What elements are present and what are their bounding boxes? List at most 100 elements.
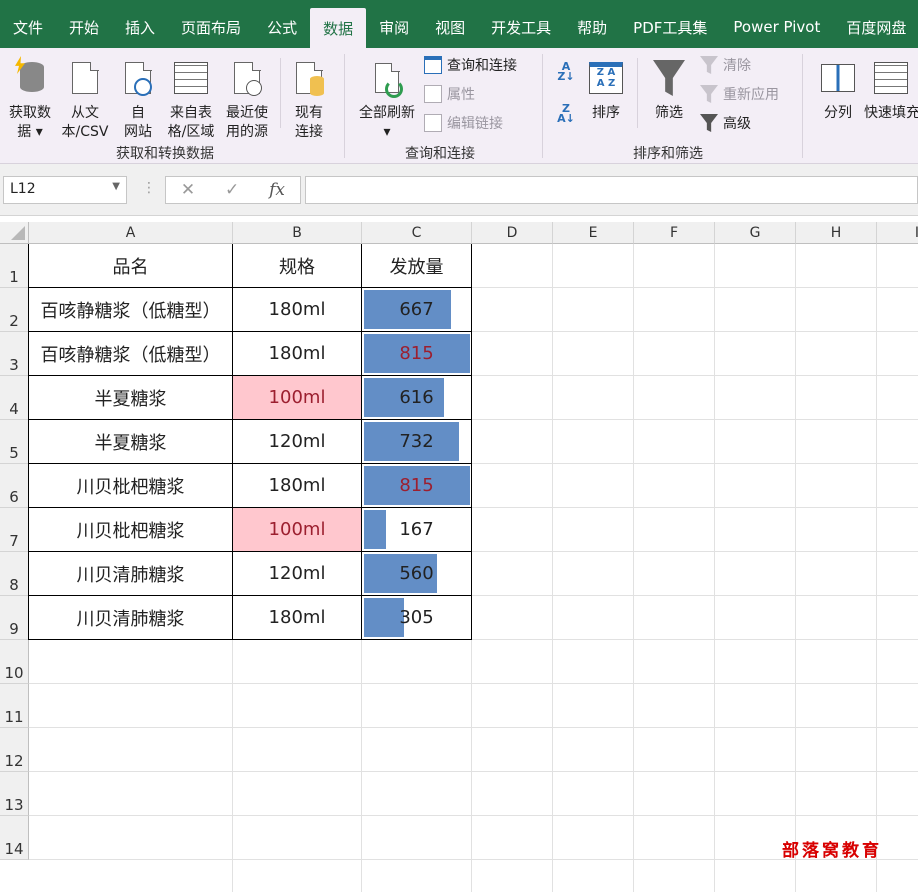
column-header-E[interactable]: E xyxy=(553,222,634,244)
column-header-G[interactable]: G xyxy=(715,222,796,244)
product-name-cell[interactable]: 半夏糖浆 xyxy=(29,420,233,464)
advanced-filter-button[interactable]: 高级 xyxy=(700,112,751,134)
quantity-cell[interactable]: 815 xyxy=(362,332,472,376)
enter-check-icon[interactable]: ✓ xyxy=(225,180,239,200)
quantity-cell[interactable]: 815 xyxy=(362,464,472,508)
get-data-button[interactable]: 获取数 据 ▾ xyxy=(6,56,54,142)
row-header-2[interactable]: 2 xyxy=(0,288,29,332)
header-cell[interactable]: 规格 xyxy=(233,244,362,288)
properties-button[interactable]: 属性 xyxy=(424,83,475,105)
quantity-cell[interactable]: 305 xyxy=(362,596,472,640)
tab-2[interactable]: 插入 xyxy=(112,0,168,48)
edit-links-button[interactable]: 编辑链接 xyxy=(424,112,503,134)
spec-cell[interactable]: 100ml xyxy=(233,508,362,552)
filter-button[interactable]: 筛选 xyxy=(648,56,690,123)
tab-3[interactable]: 页面布局 xyxy=(168,0,254,48)
quantity-cell[interactable]: 667 xyxy=(362,288,472,332)
spec-cell[interactable]: 180ml xyxy=(233,596,362,640)
quantity-cell[interactable]: 616 xyxy=(362,376,472,420)
row-header-12[interactable]: 12 xyxy=(0,728,29,772)
row-header-8[interactable]: 8 xyxy=(0,552,29,596)
tab-12[interactable]: 百度网盘 xyxy=(833,0,918,48)
existing-connections-button[interactable]: 现有 连接 xyxy=(284,56,334,142)
text-to-columns-button[interactable]: 分列 xyxy=(816,56,860,123)
column-header-H[interactable]: H xyxy=(796,222,877,244)
spec-cell[interactable]: 180ml xyxy=(233,288,362,332)
product-name-cell[interactable]: 川贝清肺糖浆 xyxy=(29,596,233,640)
reapply-label: 重新应用 xyxy=(723,87,779,103)
product-name-cell[interactable]: 川贝清肺糖浆 xyxy=(29,552,233,596)
spec-cell[interactable]: 180ml xyxy=(233,464,362,508)
tab-5[interactable]: 数据 xyxy=(310,8,367,48)
row-header-3[interactable]: 3 xyxy=(0,332,29,376)
column-header-A[interactable]: A xyxy=(29,222,233,244)
product-name-cell[interactable]: 百咳静糖浆（低糖型） xyxy=(29,288,233,332)
name-box[interactable]: L12 ▼ xyxy=(3,176,127,204)
tab-11[interactable]: Power Pivot xyxy=(720,0,833,48)
tab-1[interactable]: 开始 xyxy=(56,0,112,48)
product-name-cell[interactable]: 川贝枇杷糖浆 xyxy=(29,508,233,552)
product-name-cell[interactable]: 百咳静糖浆（低糖型） xyxy=(29,332,233,376)
quantity-cell[interactable]: 560 xyxy=(362,552,472,596)
quantity-cell-text: 667 xyxy=(399,299,434,320)
column-header-F[interactable]: F xyxy=(634,222,715,244)
flash-fill-button[interactable]: 快速填充 xyxy=(864,56,918,123)
spec-cell[interactable]: 120ml xyxy=(233,552,362,596)
spec-cell[interactable]: 180ml xyxy=(233,332,362,376)
tab-9[interactable]: 帮助 xyxy=(564,0,620,48)
header-cell[interactable]: 发放量 xyxy=(362,244,472,288)
group-divider xyxy=(802,54,803,158)
row-header-1[interactable]: 1 xyxy=(0,244,29,288)
product-name-cell[interactable]: 半夏糖浆 xyxy=(29,376,233,420)
cancel-icon[interactable]: ✕ xyxy=(181,180,195,200)
connection-icon xyxy=(291,56,327,100)
column-header-I[interactable]: I xyxy=(877,222,918,244)
select-all-corner[interactable] xyxy=(0,222,29,244)
formula-input[interactable] xyxy=(305,176,918,204)
row-header-14[interactable]: 14 xyxy=(0,816,29,860)
row-header-6[interactable]: 6 xyxy=(0,464,29,508)
column-header-B[interactable]: B xyxy=(233,222,362,244)
queries-connections-button[interactable]: 查询和连接 xyxy=(424,54,517,76)
header-cell[interactable]: 品名 xyxy=(29,244,233,288)
sort-az-icon: A Z↓ xyxy=(557,60,575,83)
clear-filter-button[interactable]: 清除 xyxy=(700,54,751,76)
refresh-all-button[interactable]: 全部刷新 ▾ xyxy=(354,56,420,142)
spec-cell[interactable]: 100ml xyxy=(233,376,362,420)
row-header-7[interactable]: 7 xyxy=(0,508,29,552)
sort-button[interactable]: Z AA Z 排序 xyxy=(586,56,626,123)
sort-ascending-button[interactable]: A Z↓ xyxy=(554,60,578,83)
row-header-11[interactable]: 11 xyxy=(0,684,29,728)
recent-sources-button[interactable]: 最近使 用的源 xyxy=(220,56,274,142)
from-text-csv-button[interactable]: 从文 本/CSV xyxy=(58,56,112,142)
tab-6[interactable]: 审阅 xyxy=(366,0,422,48)
row-header-9[interactable]: 9 xyxy=(0,596,29,640)
tab-4[interactable]: 公式 xyxy=(254,0,310,48)
data-bar xyxy=(364,510,386,549)
from-web-button[interactable]: 自 网站 xyxy=(118,56,158,142)
row-header-13[interactable]: 13 xyxy=(0,772,29,816)
row-header-5[interactable]: 5 xyxy=(0,420,29,464)
sort-descending-button[interactable]: Z A↓ xyxy=(554,103,578,124)
insert-function-icon[interactable]: fx xyxy=(269,180,285,200)
from-table-range-button[interactable]: 来自表 格/区域 xyxy=(164,56,218,142)
spec-cell[interactable]: 120ml xyxy=(233,420,362,464)
quantity-cell[interactable]: 732 xyxy=(362,420,472,464)
reapply-icon xyxy=(700,85,718,103)
tab-7[interactable]: 视图 xyxy=(422,0,478,48)
column-header-D[interactable]: D xyxy=(472,222,553,244)
tab-0[interactable]: 文件 xyxy=(0,0,56,48)
reapply-button[interactable]: 重新应用 xyxy=(700,83,779,105)
column-header-C[interactable]: C xyxy=(362,222,472,244)
row-header-4[interactable]: 4 xyxy=(0,376,29,420)
resize-handle-icon[interactable]: ⋮ xyxy=(142,180,156,196)
existing-connections-label: 现有 连接 xyxy=(295,105,323,140)
chevron-down-icon[interactable]: ▼ xyxy=(112,181,120,192)
row-header-10[interactable]: 10 xyxy=(0,640,29,684)
product-name-cell[interactable]: 川贝枇杷糖浆 xyxy=(29,464,233,508)
flash-fill-label: 快速填充 xyxy=(864,105,918,121)
from-table-label: 来自表 格/区域 xyxy=(167,105,215,140)
tab-8[interactable]: 开发工具 xyxy=(478,0,564,48)
tab-10[interactable]: PDF工具集 xyxy=(620,0,720,48)
quantity-cell[interactable]: 167 xyxy=(362,508,472,552)
